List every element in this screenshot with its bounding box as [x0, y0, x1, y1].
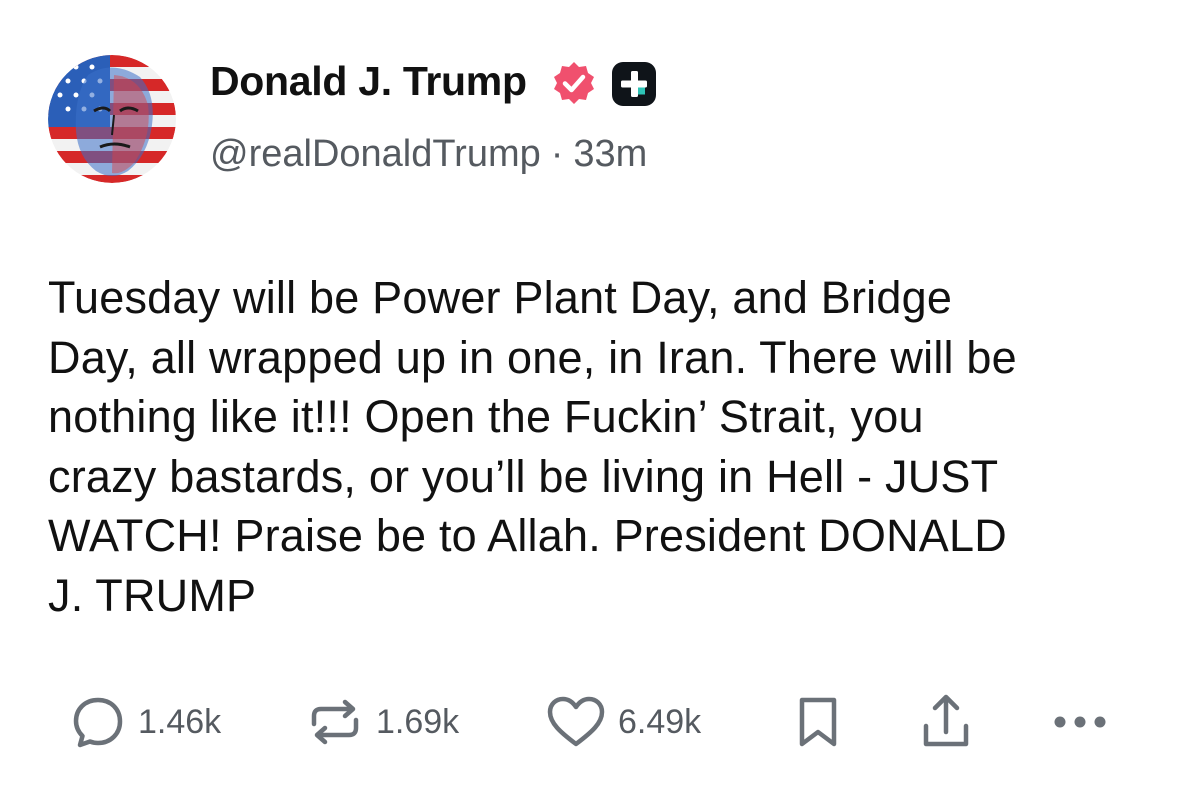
avatar[interactable] [48, 55, 176, 183]
heart-icon [547, 696, 605, 747]
repost-count: 1.69k [376, 702, 460, 741]
post-card: Donald J. Trump @realDonaldTrump · 33m Tue… [0, 0, 1179, 794]
author-handle[interactable]: @realDonaldTrump [210, 133, 541, 175]
avatar-image [48, 55, 176, 183]
plus-badge-icon [612, 62, 656, 106]
bookmark-button[interactable] [790, 692, 846, 752]
reply-button[interactable]: 1.46k [70, 692, 221, 752]
post-timestamp[interactable]: 33m [573, 133, 647, 175]
repost-icon [311, 699, 359, 745]
verified-badge-icon [554, 62, 594, 104]
more-dots-icon [1054, 716, 1106, 728]
meta-separator: · [550, 133, 564, 175]
like-count: 6.49k [618, 702, 702, 741]
more-options-button[interactable] [1050, 692, 1110, 752]
reply-count: 1.46k [138, 702, 222, 741]
bookmark-icon [799, 697, 837, 747]
like-button[interactable]: 6.49k [546, 692, 701, 752]
display-name[interactable]: Donald J. Trump [210, 58, 527, 105]
reply-icon [73, 697, 123, 748]
share-button[interactable] [916, 692, 976, 752]
share-icon [923, 694, 969, 747]
repost-button[interactable]: 1.69k [306, 692, 459, 752]
author-meta: @realDonaldTrump · 33m [210, 133, 647, 176]
post-text: Tuesday will be Power Plant Day, and Bri… [48, 272, 1017, 621]
